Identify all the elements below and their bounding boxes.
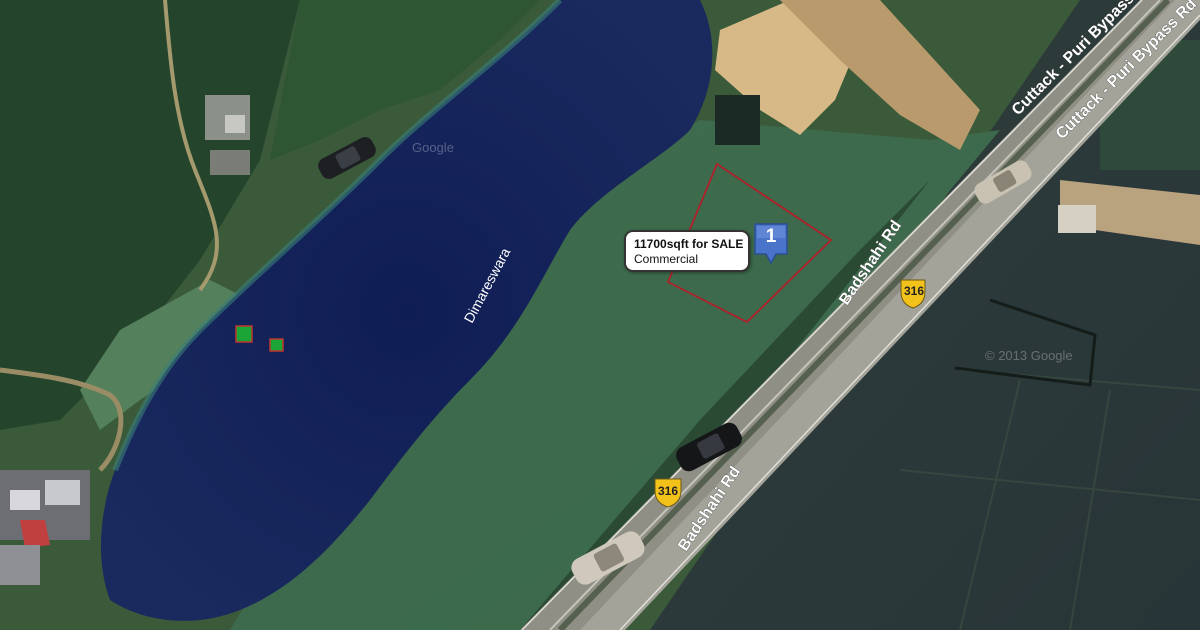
svg-text:316: 316 xyxy=(904,284,924,298)
marker-number: 1 xyxy=(765,226,777,247)
houses-top xyxy=(205,95,250,175)
green-site-marker-2[interactable] xyxy=(269,338,284,352)
bridge-block xyxy=(1058,205,1096,233)
watermark-copyright: © 2013 Google xyxy=(985,348,1073,363)
watermark-google: Google xyxy=(412,140,454,155)
green-site-marker-1[interactable] xyxy=(235,325,253,343)
dark-patch xyxy=(715,95,760,145)
svg-text:316: 316 xyxy=(658,484,678,498)
listing-title: 11700sqft for SALE xyxy=(634,237,744,251)
listing-tooltip[interactable]: 11700sqft for SALE Commercial xyxy=(624,230,750,272)
listing-marker-pin[interactable]: 1 xyxy=(753,222,789,266)
listing-type: Commercial xyxy=(634,252,699,266)
satellite-map[interactable]: Dimareswara Google © 2013 Google Cuttack… xyxy=(0,0,1200,630)
